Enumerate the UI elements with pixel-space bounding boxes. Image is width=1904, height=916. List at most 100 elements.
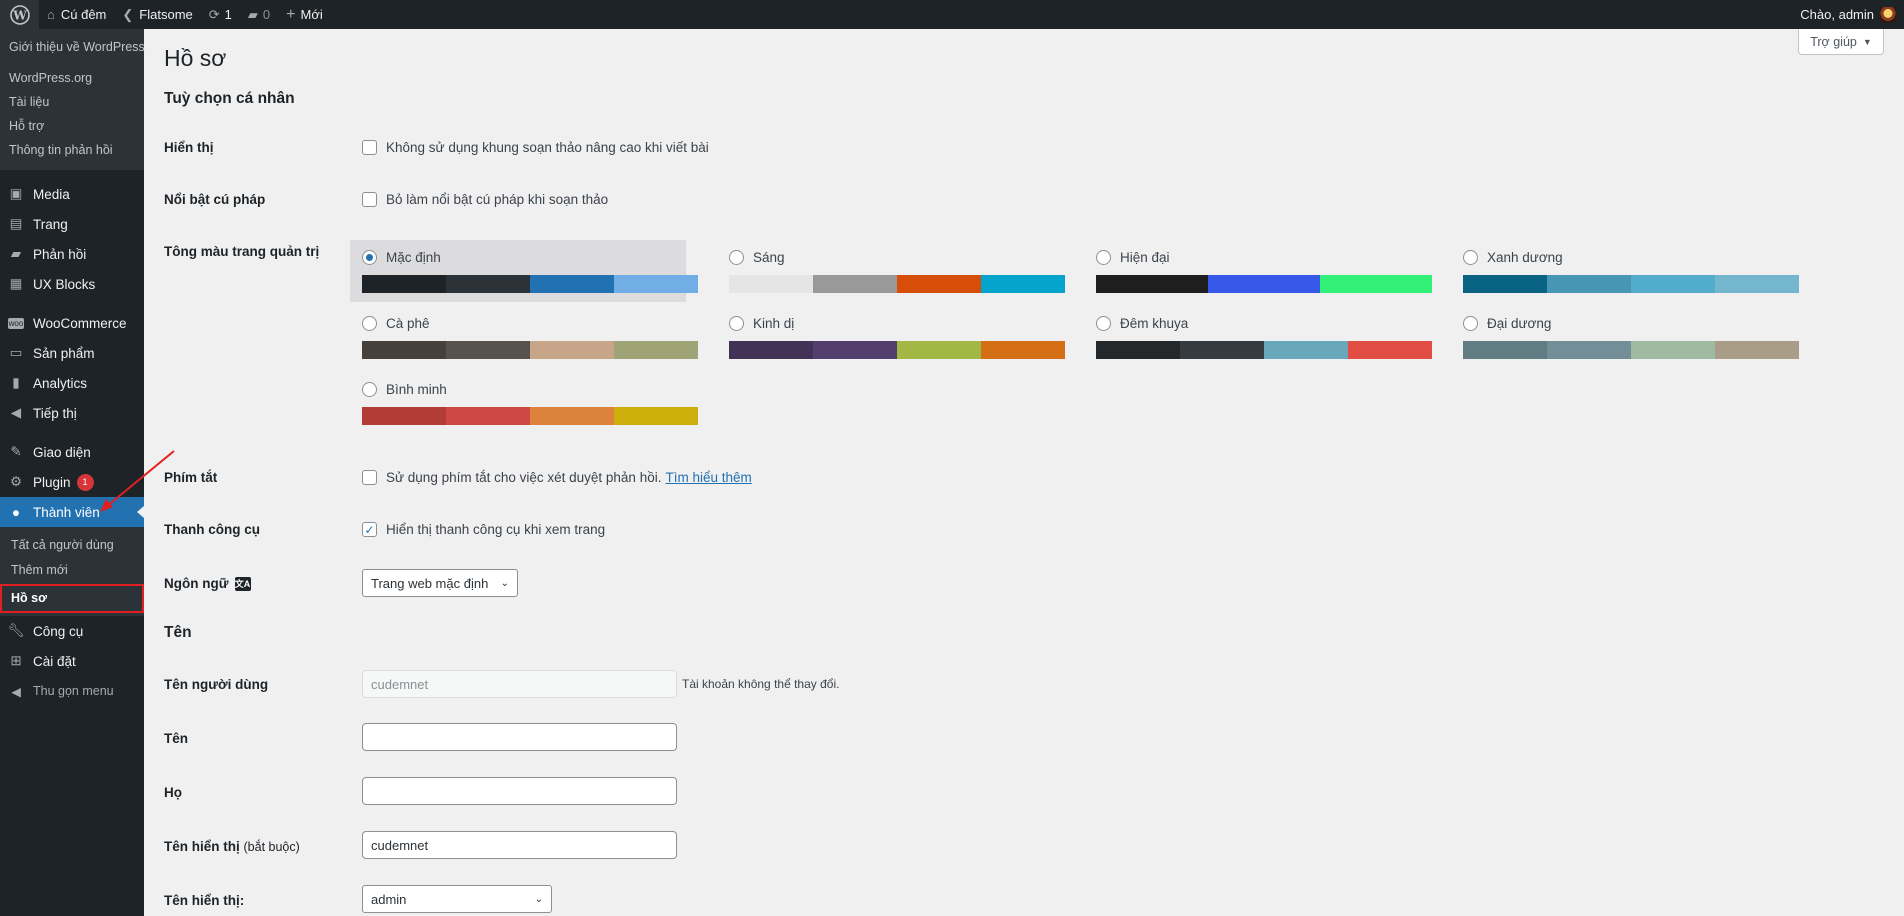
comments-link[interactable]: ▰ 0: [240, 0, 278, 29]
color-swatch: [614, 407, 698, 425]
chevron-down-icon: ⌄: [500, 577, 509, 589]
plugins-icon: ⚙: [9, 474, 23, 489]
color-scheme-option[interactable]: Cà phê: [350, 306, 698, 368]
translation-icon: 文A: [234, 576, 251, 591]
color-swatch: [1180, 341, 1264, 359]
color-scheme-radio[interactable]: [729, 249, 744, 265]
color-scheme-radio[interactable]: [362, 315, 377, 331]
color-scheme-option[interactable]: Xanh dương: [1451, 240, 1799, 302]
chevron-down-icon: ▼: [1862, 36, 1872, 47]
last-name-field[interactable]: [362, 777, 677, 805]
color-scheme-option[interactable]: Đại dương: [1451, 306, 1799, 368]
blocks-icon: ▦: [9, 276, 23, 291]
wp-submenu-feedback[interactable]: Thông tin phản hồi: [0, 138, 144, 162]
collapse-icon: ◀: [11, 684, 21, 699]
sidebar-item-analytics[interactable]: ▮ Analytics: [0, 368, 144, 398]
collapse-menu-button[interactable]: ◀ Thu gọn menu: [0, 676, 144, 706]
color-scheme-radio[interactable]: [1463, 249, 1478, 265]
sidebar-item-woocommerce[interactable]: woo WooCommerce: [0, 308, 144, 338]
wordpress-logo-icon[interactable]: W: [0, 0, 39, 29]
color-swatch: [1547, 275, 1631, 293]
color-swatch: [614, 275, 698, 293]
syntax-highlighting-checkbox-label: Bỏ làm nổi bật cú pháp khi soạn thảo: [386, 192, 609, 207]
nickname-field[interactable]: cudemnet: [362, 831, 677, 859]
sidebar-item-label: Tiếp thị: [33, 405, 77, 421]
color-swatch: [1715, 275, 1799, 293]
my-account-link[interactable]: Chào, admin: [1792, 0, 1904, 29]
admin-color-scheme-label: Tông màu trang quản trị: [164, 244, 320, 259]
new-content-link[interactable]: + Mới: [278, 0, 331, 29]
color-swatch: [1463, 275, 1547, 293]
color-swatch: [1264, 341, 1348, 359]
language-select-value: Trang web mặc định: [371, 575, 489, 591]
color-scheme-option[interactable]: Kinh dị: [717, 306, 1065, 368]
keyboard-shortcuts-checkbox-row[interactable]: Sử dụng phím tắt cho việc xét duyệt phản…: [362, 470, 752, 485]
color-scheme-option[interactable]: Bình minh: [350, 372, 698, 434]
color-scheme-header: Cà phê: [362, 314, 674, 332]
color-scheme-radio[interactable]: [362, 381, 377, 397]
color-swatch: [1715, 341, 1799, 359]
color-scheme-name: Hiện đại: [1120, 249, 1170, 265]
color-scheme-option[interactable]: Sáng: [717, 240, 1065, 302]
keyboard-shortcuts-checkbox[interactable]: [362, 470, 377, 485]
wp-submenu-wordpress-org[interactable]: WordPress.org: [0, 66, 144, 90]
color-scheme-radio[interactable]: [729, 315, 744, 331]
analytics-icon: ▮: [12, 375, 20, 390]
language-label-row: Ngôn ngữ 文A: [164, 576, 251, 591]
color-scheme-option[interactable]: Hiện đại: [1084, 240, 1432, 302]
color-scheme-header: Mặc định: [362, 248, 674, 266]
updates-link[interactable]: ⟳ 1: [201, 0, 240, 29]
wp-submenu: Giới thiệu về WordPress WordPress.org Tà…: [0, 29, 145, 170]
color-scheme-name: Cà phê: [386, 315, 430, 331]
svg-text:W: W: [12, 8, 27, 22]
learn-more-link[interactable]: Tìm hiểu thêm: [665, 470, 751, 485]
sidebar-item-marketing[interactable]: ◀ Tiếp thị: [0, 398, 144, 428]
color-swatch: [1208, 275, 1320, 293]
color-swatch: [1348, 341, 1432, 359]
language-select[interactable]: Trang web mặc định ⌄: [362, 569, 518, 597]
toolbar-checkbox[interactable]: ✓: [362, 522, 377, 537]
sidebar-item-pages[interactable]: ▤ Trang: [0, 209, 144, 239]
wp-submenu-docs[interactable]: Tài liệu: [0, 90, 144, 114]
display-name-select[interactable]: admin ⌄: [362, 885, 552, 913]
syntax-highlighting-checkbox[interactable]: [362, 192, 377, 207]
sidebar-item-ux-blocks[interactable]: ▦ UX Blocks: [0, 269, 144, 299]
sidebar-item-settings[interactable]: ⊞ Cài đặt: [0, 646, 144, 676]
sidebar-item-media[interactable]: ▣ Media: [0, 179, 144, 209]
required-note: (bắt buộc): [243, 840, 300, 854]
toolbar-checkbox-row[interactable]: ✓ Hiển thị thanh công cụ khi xem trang: [362, 522, 605, 537]
visual-editor-checkbox-row[interactable]: Không sử dụng khung soạn thảo nâng cao k…: [362, 140, 709, 155]
color-swatch: [530, 407, 614, 425]
keyboard-shortcuts-label: Phím tắt: [164, 470, 218, 485]
color-scheme-option[interactable]: Mặc định: [350, 240, 698, 302]
sidebar-item-comments[interactable]: ▰ Phản hồi: [0, 239, 144, 269]
users-submenu-all[interactable]: Tất cả người dùng: [0, 533, 144, 558]
wp-submenu-about[interactable]: Giới thiệu về WordPress: [0, 35, 145, 66]
syntax-highlighting-checkbox-row[interactable]: Bỏ làm nổi bật cú pháp khi soạn thảo: [362, 192, 608, 207]
sidebar-item-products[interactable]: ▭ Sản phẩm: [0, 338, 144, 368]
visual-editor-checkbox[interactable]: [362, 140, 377, 155]
sidebar-item-tools[interactable]: 🔧︎ Công cụ: [0, 616, 144, 646]
username-note: Tài khoản không thể thay đổi.: [682, 677, 840, 691]
keyboard-shortcuts-checkbox-label: Sử dụng phím tắt cho việc xét duyệt phản…: [386, 470, 662, 485]
color-scheme-radio[interactable]: [362, 249, 377, 265]
wp-submenu-support[interactable]: Hỗ trợ: [0, 114, 144, 138]
color-scheme-radio[interactable]: [1463, 315, 1478, 331]
sidebar-item-label: Cài đặt: [33, 653, 76, 669]
color-swatch: [362, 407, 446, 425]
avatar: [1880, 6, 1896, 23]
theme-link[interactable]: ❮ Flatsome: [114, 0, 200, 29]
site-name-link[interactable]: ⌂ Cú đêm: [39, 0, 114, 29]
color-scheme-radio[interactable]: [1096, 315, 1111, 331]
users-submenu-add-new[interactable]: Thêm mới: [0, 558, 144, 583]
color-scheme-name: Đại dương: [1487, 315, 1552, 331]
first-name-field[interactable]: [362, 723, 677, 751]
appearance-icon: ✎: [10, 444, 22, 459]
sidebar-item-label: Sản phẩm: [33, 345, 95, 361]
color-scheme-radio[interactable]: [1096, 249, 1111, 265]
color-swatch: [446, 341, 530, 359]
color-scheme-option[interactable]: Đêm khuya: [1084, 306, 1432, 368]
users-submenu-profile[interactable]: Hồ sơ: [0, 584, 144, 613]
help-tab-button[interactable]: Trợ giúp ▼: [1798, 29, 1884, 55]
pages-icon: ▤: [9, 216, 23, 231]
